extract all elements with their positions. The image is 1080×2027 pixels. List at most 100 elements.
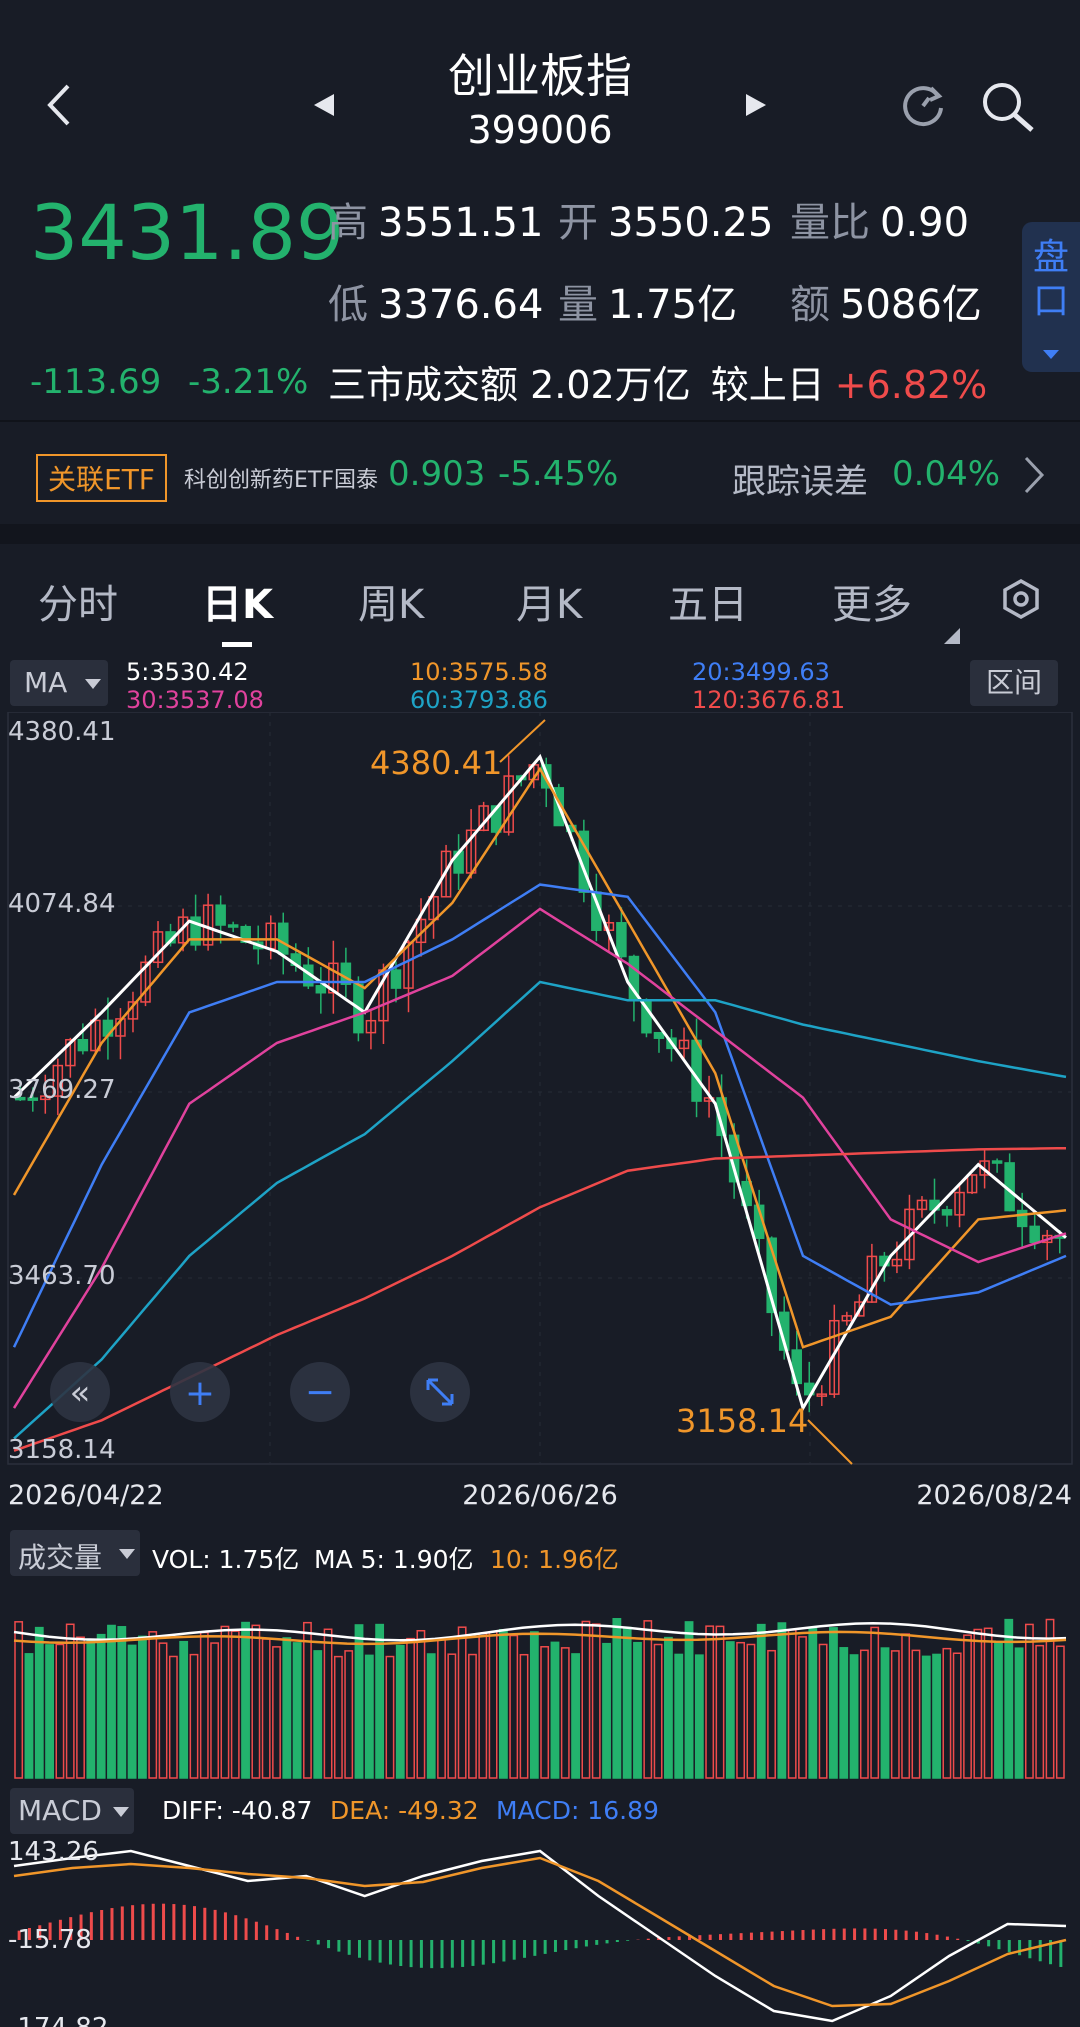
volume-bar — [777, 1622, 787, 1779]
volume-bar — [715, 1625, 725, 1779]
volume-bar — [1014, 1647, 1024, 1779]
candle-body — [991, 1160, 1003, 1164]
ma-selector-label: MA — [24, 666, 68, 699]
zoom-out-button[interactable]: − — [290, 1362, 350, 1422]
volume-bar — [1055, 1645, 1065, 1779]
vol-ma10: 10: 1.96亿 — [490, 1545, 619, 1574]
date-end: 2026/08/24 — [916, 1480, 1072, 1511]
volume-bar — [34, 1626, 44, 1779]
market-turnover-text: 三市成交额 2.02万亿 — [328, 363, 691, 407]
candle-body — [1029, 1225, 1040, 1244]
refresh-icon — [903, 86, 943, 127]
tab-five-day[interactable]: 五日 — [668, 572, 748, 630]
volume-bar — [117, 1626, 127, 1779]
fullscreen-button[interactable] — [410, 1362, 470, 1422]
volume-bar — [994, 1642, 1003, 1779]
volume-bar — [694, 1654, 704, 1779]
volume-bar — [1035, 1644, 1045, 1779]
next-index-button[interactable] — [742, 92, 770, 122]
volume-bar — [509, 1634, 519, 1779]
gear-icon — [1003, 578, 1039, 620]
volume-bar — [787, 1629, 797, 1779]
price-change: -113.69 — [30, 362, 162, 402]
date-mid: 2026/06/26 — [462, 1480, 618, 1511]
volume-bar — [498, 1628, 508, 1779]
ma120-value: 120:3676.81 — [692, 686, 846, 714]
tab-monthly-k[interactable]: 月K — [516, 572, 582, 630]
amount-value: 5086亿 — [840, 282, 982, 328]
volume-bar — [705, 1625, 715, 1779]
low-marker-line — [807, 1419, 853, 1465]
volume-bar — [550, 1641, 560, 1779]
ma-line-60 — [13, 980, 1067, 1440]
volume-bar — [468, 1653, 477, 1779]
refresh-button[interactable] — [898, 80, 948, 134]
volume-bar — [76, 1636, 85, 1779]
settings-button[interactable] — [1000, 578, 1042, 624]
macd-selector[interactable]: MACD — [10, 1788, 134, 1834]
range-button[interactable]: 区间 — [970, 660, 1058, 706]
amount-field: 额 5086亿 — [790, 272, 982, 330]
zoom-in-button[interactable]: + — [170, 1362, 230, 1422]
y-label-4: 3463.70 — [8, 1261, 116, 1291]
volume-bar — [880, 1647, 890, 1779]
ratio-label: 量比 — [790, 200, 870, 246]
volume-bar — [767, 1649, 776, 1779]
etf-row[interactable]: 关联ETF 科创创新药ETF国泰 0.903 -5.45% 跟踪误差 0.04% — [0, 424, 1080, 524]
caret-down-icon — [113, 1807, 129, 1817]
active-tab-indicator — [222, 642, 252, 647]
pankou-button[interactable]: 盘口 — [1022, 222, 1080, 372]
volume-bar — [1045, 1618, 1055, 1779]
amount-label: 额 — [790, 282, 830, 328]
volume-bar — [529, 1631, 539, 1779]
macd-diff: DIFF: -40.87 — [162, 1796, 313, 1825]
etf-price: 0.903 — [388, 454, 486, 494]
volume-bar — [447, 1653, 457, 1779]
scroll-left-button[interactable]: « — [50, 1362, 110, 1422]
macd-chart[interactable]: 143.26 -15.78 -174.82 — [0, 1836, 1080, 2027]
section-gap — [0, 524, 1080, 544]
tab-weekly-k[interactable]: 周K — [358, 572, 424, 630]
volume-bar — [571, 1653, 581, 1779]
tab-more[interactable]: 更多 — [832, 572, 912, 630]
volume-chart[interactable] — [0, 1582, 1080, 1782]
volume-bar — [859, 1649, 869, 1779]
volume-selector[interactable]: 成交量 — [10, 1530, 140, 1576]
candle-body — [653, 1031, 665, 1039]
volume-bar — [643, 1620, 653, 1779]
tab-daily-k[interactable]: 日K — [202, 572, 273, 630]
tab-intraday[interactable]: 分时 — [38, 572, 118, 630]
etf-badge: 关联ETF — [36, 454, 167, 502]
tracking-error-label: 跟踪误差 — [732, 462, 868, 502]
volume-bar — [426, 1653, 436, 1779]
volume-bar — [921, 1655, 931, 1779]
search-icon — [983, 83, 1034, 132]
y-label-3: 3769.27 — [8, 1075, 116, 1105]
volume-bar — [519, 1653, 529, 1779]
ma60-value: 60:3793.86 — [410, 686, 548, 714]
volume-bar — [653, 1643, 663, 1779]
triangle-right-icon — [746, 94, 766, 116]
pankou-label: 盘口 — [1032, 237, 1069, 322]
volume-bar — [14, 1621, 24, 1779]
candle-body — [315, 985, 327, 994]
caret-down-icon — [85, 679, 101, 689]
volume-bar — [591, 1623, 601, 1779]
candle-body — [616, 922, 627, 958]
macd-dea: DEA: -49.32 — [330, 1796, 479, 1825]
volume-bar — [901, 1633, 911, 1779]
volume-label: 量 — [558, 282, 598, 328]
volume-bar — [230, 1630, 240, 1779]
vol-ma5: MA 5: 1.90亿 — [314, 1545, 474, 1574]
volume-bar — [220, 1625, 230, 1779]
volume-bar — [364, 1654, 374, 1779]
volume-bar — [437, 1638, 446, 1779]
macd-diff-line — [13, 1849, 1067, 2023]
high-field: 高 3551.51 — [328, 190, 543, 248]
search-button[interactable] — [978, 78, 1038, 138]
vol-value: VOL: 1.75亿 — [152, 1545, 300, 1574]
ma-selector[interactable]: MA — [10, 660, 108, 706]
volume-bar — [808, 1627, 818, 1779]
caret-down-icon — [1043, 350, 1059, 359]
volume-bar — [612, 1618, 622, 1779]
